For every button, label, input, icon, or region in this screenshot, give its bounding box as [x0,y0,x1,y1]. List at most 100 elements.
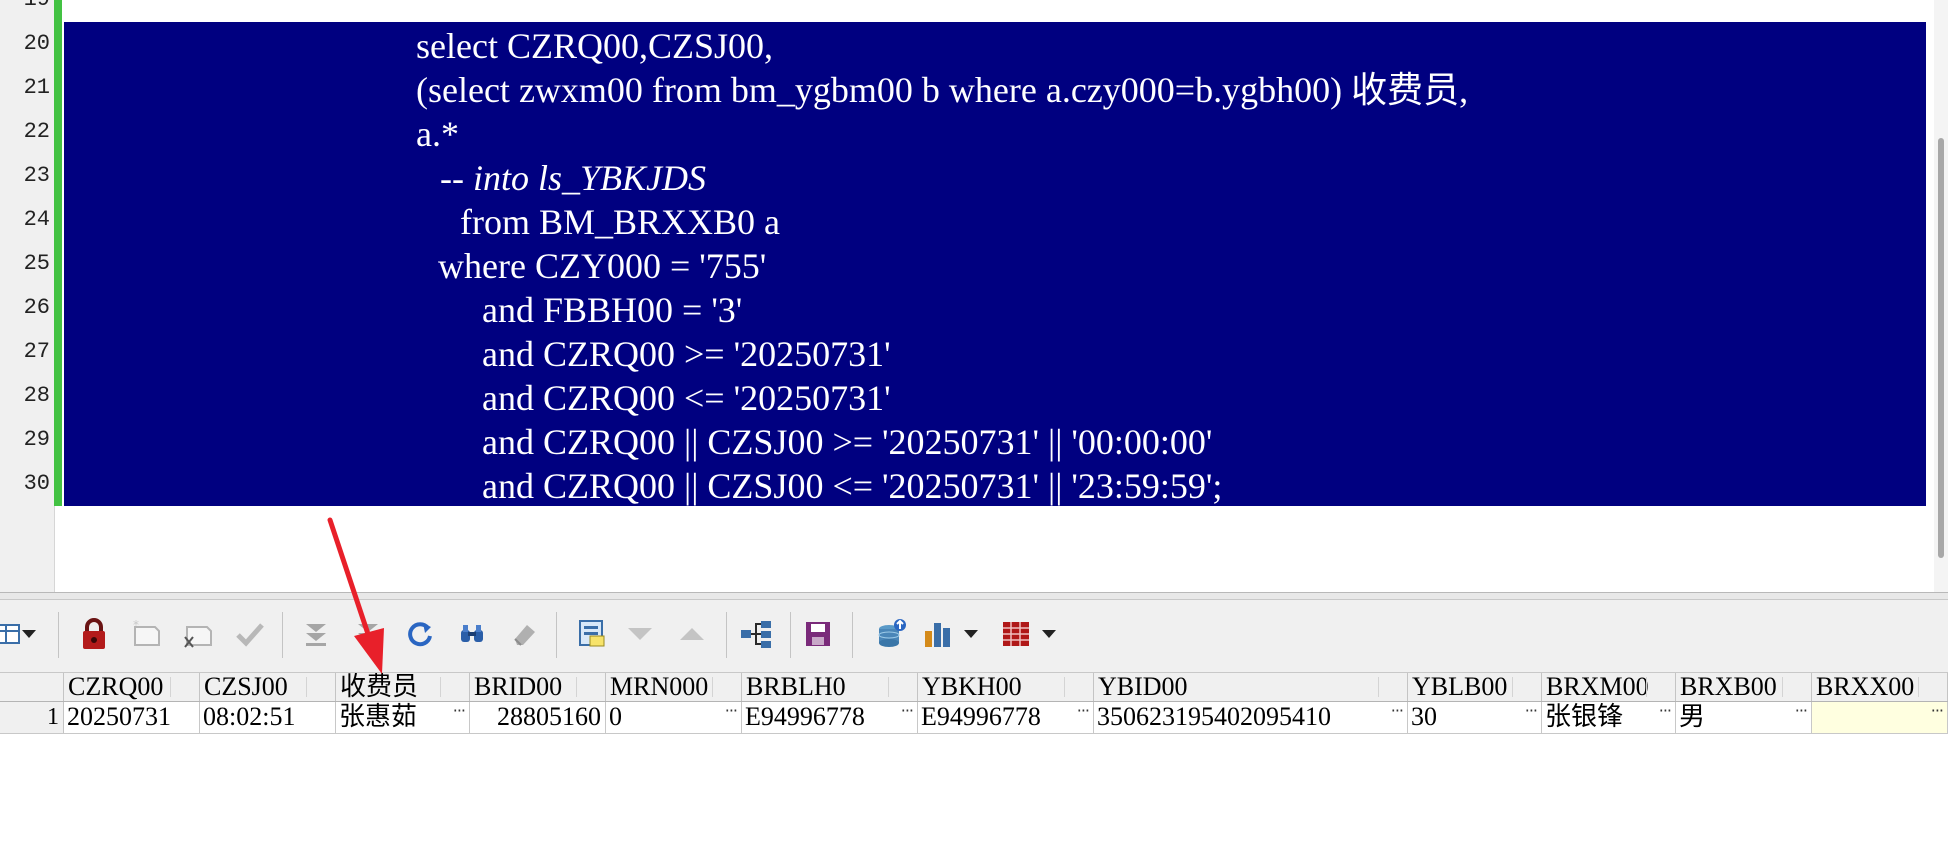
sort-handle[interactable] [1378,677,1405,697]
code-line[interactable]: a.* [416,112,459,156]
table-export-icon[interactable] [996,614,1036,654]
column-header-cashier[interactable]: 收费员 [336,673,470,701]
cell-ellipsis-button[interactable]: ··· [901,702,914,720]
grid-cell-brxm00[interactable]: 张银锋 ··· [1542,702,1676,733]
code-line[interactable]: where CZY000 = '755' [438,244,766,288]
toolbar-separator [790,612,791,658]
line-number: 19 [0,0,50,22]
column-header-brxb00[interactable]: BRXB00 [1676,673,1812,701]
insert-record-icon[interactable]: * [126,614,166,654]
code-line[interactable]: (select zwxm00 from bm_ygbm00 b where a.… [416,68,1468,112]
save-icon[interactable] [798,614,838,654]
column-header-ybkh00[interactable]: YBKH00 [918,673,1094,701]
code-line[interactable]: and CZRQ00 || CZSJ00 >= '20250731' || '0… [482,420,1212,464]
table-row[interactable]: 1 20250731 08:02:51 张惠茹 ··· 28805160 0 ···… [0,702,1948,734]
result-grid[interactable]: CZRQ00 CZSJ00 收费员 BRID00 MRN000 BRBLH0 Y… [0,672,1948,856]
sort-handle[interactable] [1064,677,1091,697]
dropdown-arrow-icon[interactable] [958,614,984,654]
toolbar-separator [852,612,853,658]
cell-ellipsis-button[interactable]: ··· [1525,702,1538,720]
lock-icon[interactable] [74,614,114,654]
dropdown-arrow-icon[interactable] [1036,614,1062,654]
clear-filter-icon[interactable] [296,614,336,654]
grid-cell-yblb00[interactable]: 30 ··· [1408,702,1542,733]
row-number[interactable]: 1 [0,702,64,733]
next-record-icon[interactable] [620,614,660,654]
sort-handle[interactable] [1646,677,1673,697]
sort-handle[interactable] [440,677,467,697]
code-comment-line[interactable]: -- into ls_YBKJDS [440,156,706,200]
grid-cell-mrn000[interactable]: 0 ··· [606,702,742,733]
sort-handle[interactable] [1918,677,1945,697]
cell-ellipsis-button[interactable]: ··· [1795,702,1808,720]
toolbar-separator [282,612,283,658]
sort-handle[interactable] [888,677,915,697]
grid-cell-brid00[interactable]: 28805160 [470,702,606,733]
sort-handle[interactable] [576,677,603,697]
cell-ellipsis-button[interactable]: ··· [1391,702,1404,720]
sort-handle[interactable] [712,677,739,697]
delete-record-icon[interactable] [178,614,218,654]
line-number: 29 [23,427,50,452]
grid-cell-czsj00[interactable]: 08:02:51 [200,702,336,733]
sql-editor[interactable]: 19 20 21 22 23 24 25 26 27 28 29 30 sele… [0,0,1948,592]
cell-ellipsis-button[interactable]: ··· [1931,702,1944,720]
post-check-icon[interactable] [230,614,270,654]
grid-cell-brxx00[interactable]: ··· [1812,702,1948,733]
scrollbar-thumb[interactable] [1938,138,1944,558]
grid-cell-cashier[interactable]: 张惠茹 ··· [336,702,470,733]
grid-cell-brxb00[interactable]: 男 ··· [1676,702,1812,733]
code-line[interactable]: and CZRQ00 || CZSJ00 <= '20250731' || '2… [482,464,1222,508]
sort-handle[interactable] [170,677,197,697]
form-view-icon[interactable] [572,614,612,654]
pane-splitter[interactable] [0,592,1948,600]
filter-icon[interactable] [348,614,388,654]
line-number: 26 [23,295,50,320]
code-line[interactable]: and CZRQ00 >= '20250731' [482,332,891,376]
code-line[interactable]: and FBBH00 = '3' [482,288,742,332]
grid-cell-ybkh00[interactable]: E94996778 ··· [918,702,1094,733]
cell-ellipsis-button[interactable]: ··· [725,702,738,720]
sort-handle[interactable] [306,677,333,697]
query-tree-icon[interactable] [736,614,776,654]
line-number: 28 [23,383,50,408]
grid-cell-czrq00[interactable]: 20250731 [64,702,200,733]
line-number: 24 [23,207,50,232]
grid-cell-ybid00[interactable]: 350623195402095410 ··· [1094,702,1408,733]
line-number: 23 [23,163,50,188]
column-header-brid00[interactable]: BRID00 [470,673,606,701]
sort-handle[interactable] [1512,677,1539,697]
cell-ellipsis-button[interactable]: ··· [1659,702,1672,720]
line-number: 25 [23,251,50,276]
column-header-czrq00[interactable]: CZRQ00 [64,673,200,701]
editor-vertical-scrollbar[interactable] [1934,0,1948,592]
column-header-czsj00[interactable]: CZSJ00 [200,673,336,701]
code-line[interactable]: select CZRQ00,CZSJ00, [416,24,773,68]
column-header-brblh0[interactable]: BRBLH0 [742,673,918,701]
column-header-brxm00[interactable]: BRXM00 [1542,673,1676,701]
grid-header-row: CZRQ00 CZSJ00 收费员 BRID00 MRN000 BRBLH0 Y… [0,672,1948,702]
grid-cell-brblh0[interactable]: E94996778 ··· [742,702,918,733]
export-database-icon[interactable] [872,614,912,654]
code-line[interactable]: and CZRQ00 <= '20250731' [482,376,891,420]
bar-chart-icon[interactable] [918,614,958,654]
column-header-yblb00[interactable]: YBLB00 [1408,673,1542,701]
dropdown-arrow-icon[interactable] [16,614,42,654]
find-icon[interactable] [452,614,492,654]
line-number: 20 [23,31,50,56]
line-number-gutter: 19 20 21 22 23 24 25 26 27 28 29 30 [0,0,55,592]
code-line[interactable]: from BM_BRXXB0 a [460,200,780,244]
column-header-mrn000[interactable]: MRN000 [606,673,742,701]
cell-ellipsis-button[interactable]: ··· [1077,702,1090,720]
line-number: 21 [23,75,50,100]
previous-record-icon[interactable] [672,614,712,654]
refresh-icon[interactable] [400,614,440,654]
column-header-brxx00[interactable]: BRXX00 [1812,673,1948,701]
cell-ellipsis-button[interactable]: ··· [453,702,466,720]
eraser-icon[interactable] [504,614,544,654]
data-grid-toolbar: * [0,600,1948,672]
change-marker-bar [54,0,62,506]
line-number: 27 [23,339,50,364]
column-header-ybid00[interactable]: YBID00 [1094,673,1408,701]
sort-handle[interactable] [1782,677,1809,697]
